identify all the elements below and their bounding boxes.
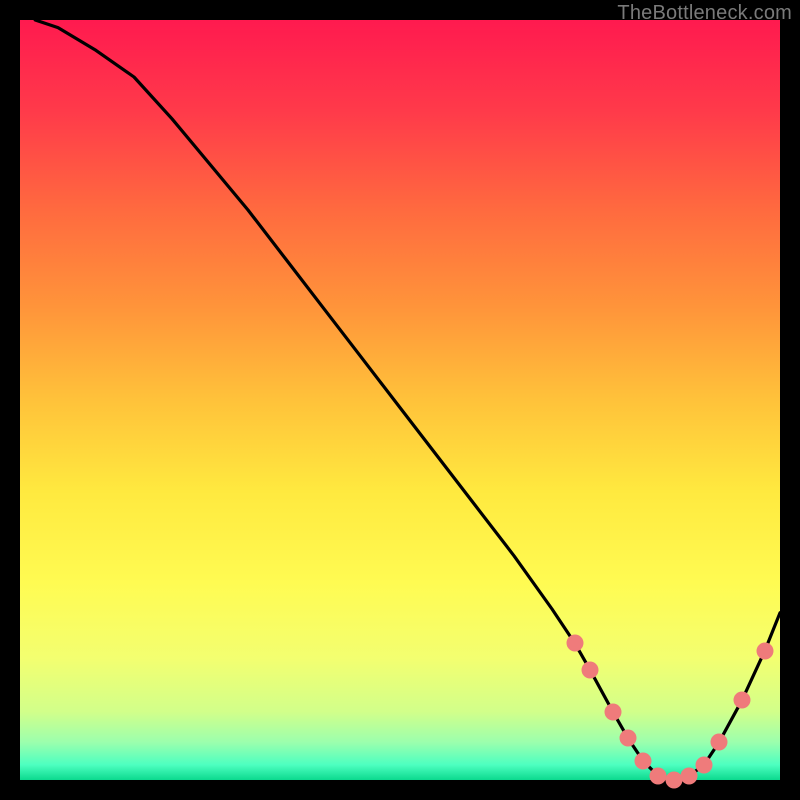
markers-layer bbox=[20, 20, 780, 780]
marker-dot bbox=[696, 756, 713, 773]
watermark-text: TheBottleneck.com bbox=[617, 2, 792, 25]
gradient-rect bbox=[20, 20, 780, 780]
marker-dot bbox=[650, 768, 667, 785]
marker-dot bbox=[756, 642, 773, 659]
plot-area bbox=[20, 20, 780, 780]
marker-dot bbox=[680, 768, 697, 785]
curve-svg bbox=[20, 20, 780, 780]
chart-container: TheBottleneck.com bbox=[0, 0, 800, 800]
marker-dot bbox=[734, 692, 751, 709]
marker-dot bbox=[566, 635, 583, 652]
marker-dot bbox=[604, 703, 621, 720]
marker-dot bbox=[620, 730, 637, 747]
marker-dot bbox=[582, 661, 599, 678]
curve-path bbox=[35, 20, 780, 780]
marker-dot bbox=[665, 772, 682, 789]
marker-dot bbox=[635, 753, 652, 770]
marker-dot bbox=[711, 734, 728, 751]
gradient-background-svg bbox=[20, 20, 780, 780]
